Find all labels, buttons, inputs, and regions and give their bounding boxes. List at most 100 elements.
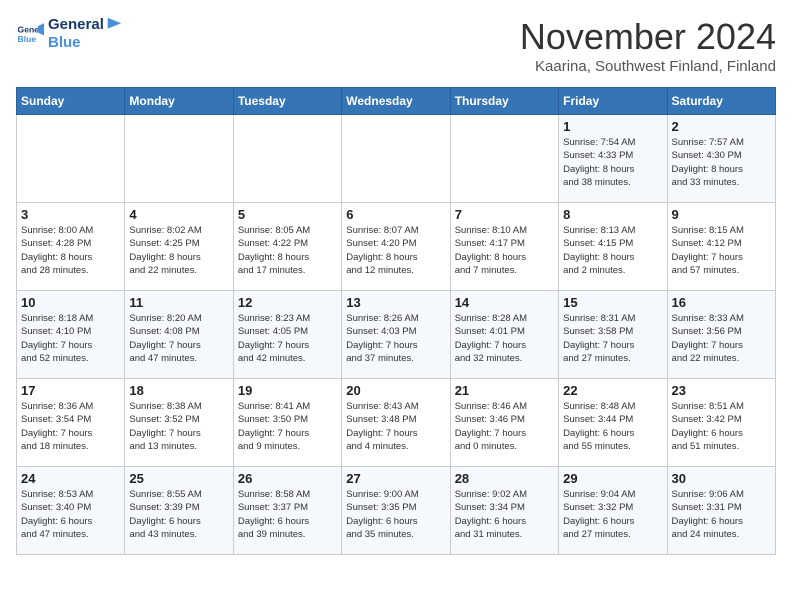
weekday-header: Monday xyxy=(125,88,233,115)
calendar-cell: 30 Sunrise: 9:06 AM Sunset: 3:31 PM Dayli… xyxy=(667,467,775,555)
day-number: 20 xyxy=(346,383,445,398)
title-block: November 2024 Kaarina, Southwest Finland… xyxy=(520,16,776,75)
day-number: 14 xyxy=(455,295,554,310)
day-number: 4 xyxy=(129,207,228,222)
calendar-cell: 5 Sunrise: 8:05 AM Sunset: 4:22 PM Daylig… xyxy=(233,203,341,291)
day-info: Sunrise: 8:28 AM Sunset: 4:01 PM Dayligh… xyxy=(455,312,554,365)
calendar-table: SundayMondayTuesdayWednesdayThursdayFrid… xyxy=(16,87,776,555)
day-info: Sunrise: 8:33 AM Sunset: 3:56 PM Dayligh… xyxy=(672,312,771,365)
calendar-cell: 13 Sunrise: 8:26 AM Sunset: 4:03 PM Dayli… xyxy=(342,291,450,379)
calendar-cell: 23 Sunrise: 8:51 AM Sunset: 3:42 PM Dayli… xyxy=(667,379,775,467)
day-number: 16 xyxy=(672,295,771,310)
calendar-week-row: 24 Sunrise: 8:53 AM Sunset: 3:40 PM Dayli… xyxy=(17,467,776,555)
calendar-cell xyxy=(17,115,125,203)
logo-icon: General Blue xyxy=(16,20,44,48)
calendar-cell: 22 Sunrise: 8:48 AM Sunset: 3:44 PM Dayli… xyxy=(559,379,667,467)
logo-flag-icon xyxy=(105,16,123,34)
calendar-cell xyxy=(233,115,341,203)
day-number: 18 xyxy=(129,383,228,398)
day-info: Sunrise: 8:26 AM Sunset: 4:03 PM Dayligh… xyxy=(346,312,445,365)
weekday-header: Thursday xyxy=(450,88,558,115)
day-info: Sunrise: 8:10 AM Sunset: 4:17 PM Dayligh… xyxy=(455,224,554,277)
day-number: 23 xyxy=(672,383,771,398)
day-info: Sunrise: 8:31 AM Sunset: 3:58 PM Dayligh… xyxy=(563,312,662,365)
calendar-cell: 19 Sunrise: 8:41 AM Sunset: 3:50 PM Dayli… xyxy=(233,379,341,467)
day-info: Sunrise: 8:05 AM Sunset: 4:22 PM Dayligh… xyxy=(238,224,337,277)
calendar-cell: 6 Sunrise: 8:07 AM Sunset: 4:20 PM Daylig… xyxy=(342,203,450,291)
calendar-cell xyxy=(450,115,558,203)
logo: General Blue General Blue xyxy=(16,16,123,51)
day-number: 12 xyxy=(238,295,337,310)
weekday-header: Wednesday xyxy=(342,88,450,115)
day-info: Sunrise: 8:55 AM Sunset: 3:39 PM Dayligh… xyxy=(129,488,228,541)
day-number: 7 xyxy=(455,207,554,222)
calendar-cell: 27 Sunrise: 9:00 AM Sunset: 3:35 PM Dayli… xyxy=(342,467,450,555)
day-number: 17 xyxy=(21,383,120,398)
day-number: 30 xyxy=(672,471,771,486)
day-number: 6 xyxy=(346,207,445,222)
calendar-cell: 15 Sunrise: 8:31 AM Sunset: 3:58 PM Dayli… xyxy=(559,291,667,379)
day-number: 29 xyxy=(563,471,662,486)
day-info: Sunrise: 9:06 AM Sunset: 3:31 PM Dayligh… xyxy=(672,488,771,541)
calendar-week-row: 1 Sunrise: 7:54 AM Sunset: 4:33 PM Daylig… xyxy=(17,115,776,203)
calendar-cell: 9 Sunrise: 8:15 AM Sunset: 4:12 PM Daylig… xyxy=(667,203,775,291)
day-number: 8 xyxy=(563,207,662,222)
day-info: Sunrise: 8:23 AM Sunset: 4:05 PM Dayligh… xyxy=(238,312,337,365)
day-info: Sunrise: 9:00 AM Sunset: 3:35 PM Dayligh… xyxy=(346,488,445,541)
day-info: Sunrise: 8:43 AM Sunset: 3:48 PM Dayligh… xyxy=(346,400,445,453)
day-number: 5 xyxy=(238,207,337,222)
day-info: Sunrise: 8:15 AM Sunset: 4:12 PM Dayligh… xyxy=(672,224,771,277)
calendar-cell: 11Sunrise: 8:20 AM Sunset: 4:08 PM Dayli… xyxy=(125,291,233,379)
calendar-week-row: 3Sunrise: 8:00 AM Sunset: 4:28 PM Daylig… xyxy=(17,203,776,291)
day-info: Sunrise: 8:41 AM Sunset: 3:50 PM Dayligh… xyxy=(238,400,337,453)
day-number: 22 xyxy=(563,383,662,398)
day-info: Sunrise: 8:36 AM Sunset: 3:54 PM Dayligh… xyxy=(21,400,120,453)
day-number: 9 xyxy=(672,207,771,222)
day-number: 15 xyxy=(563,295,662,310)
calendar-cell: 2Sunrise: 7:57 AM Sunset: 4:30 PM Daylig… xyxy=(667,115,775,203)
day-number: 26 xyxy=(238,471,337,486)
day-number: 27 xyxy=(346,471,445,486)
calendar-cell: 24 Sunrise: 8:53 AM Sunset: 3:40 PM Dayli… xyxy=(17,467,125,555)
calendar-cell: 18 Sunrise: 8:38 AM Sunset: 3:52 PM Dayli… xyxy=(125,379,233,467)
calendar-cell xyxy=(342,115,450,203)
calendar-cell: 4Sunrise: 8:02 AM Sunset: 4:25 PM Daylig… xyxy=(125,203,233,291)
day-info: Sunrise: 8:38 AM Sunset: 3:52 PM Dayligh… xyxy=(129,400,228,453)
day-info: Sunrise: 8:48 AM Sunset: 3:44 PM Dayligh… xyxy=(563,400,662,453)
calendar-cell xyxy=(125,115,233,203)
calendar-cell: 14 Sunrise: 8:28 AM Sunset: 4:01 PM Dayli… xyxy=(450,291,558,379)
day-info: Sunrise: 9:02 AM Sunset: 3:34 PM Dayligh… xyxy=(455,488,554,541)
weekday-header: Friday xyxy=(559,88,667,115)
page-header: General Blue General Blue November 2024 … xyxy=(16,16,776,75)
day-info: Sunrise: 8:53 AM Sunset: 3:40 PM Dayligh… xyxy=(21,488,120,541)
day-number: 2 xyxy=(672,119,771,134)
day-info: Sunrise: 9:04 AM Sunset: 3:32 PM Dayligh… xyxy=(563,488,662,541)
day-number: 19 xyxy=(238,383,337,398)
day-info: Sunrise: 7:54 AM Sunset: 4:33 PM Dayligh… xyxy=(563,136,662,189)
day-number: 10 xyxy=(21,295,120,310)
svg-text:Blue: Blue xyxy=(18,33,37,43)
day-number: 1 xyxy=(563,119,662,134)
day-info: Sunrise: 8:58 AM Sunset: 3:37 PM Dayligh… xyxy=(238,488,337,541)
weekday-header: Tuesday xyxy=(233,88,341,115)
day-number: 11 xyxy=(129,295,228,310)
day-number: 28 xyxy=(455,471,554,486)
day-number: 24 xyxy=(21,471,120,486)
day-number: 13 xyxy=(346,295,445,310)
day-number: 25 xyxy=(129,471,228,486)
calendar-week-row: 10 Sunrise: 8:18 AM Sunset: 4:10 PM Dayli… xyxy=(17,291,776,379)
logo-text: General Blue xyxy=(48,16,123,51)
calendar-cell: 16 Sunrise: 8:33 AM Sunset: 3:56 PM Dayli… xyxy=(667,291,775,379)
day-info: Sunrise: 8:13 AM Sunset: 4:15 PM Dayligh… xyxy=(563,224,662,277)
weekday-header: Sunday xyxy=(17,88,125,115)
weekday-header-row: SundayMondayTuesdayWednesdayThursdayFrid… xyxy=(17,88,776,115)
calendar-week-row: 17 Sunrise: 8:36 AM Sunset: 3:54 PM Dayli… xyxy=(17,379,776,467)
day-info: Sunrise: 8:07 AM Sunset: 4:20 PM Dayligh… xyxy=(346,224,445,277)
day-number: 3 xyxy=(21,207,120,222)
calendar-cell: 8 Sunrise: 8:13 AM Sunset: 4:15 PM Daylig… xyxy=(559,203,667,291)
day-info: Sunrise: 8:51 AM Sunset: 3:42 PM Dayligh… xyxy=(672,400,771,453)
day-info: Sunrise: 8:18 AM Sunset: 4:10 PM Dayligh… xyxy=(21,312,120,365)
calendar-cell: 3Sunrise: 8:00 AM Sunset: 4:28 PM Daylig… xyxy=(17,203,125,291)
calendar-cell: 29 Sunrise: 9:04 AM Sunset: 3:32 PM Dayli… xyxy=(559,467,667,555)
calendar-cell: 28 Sunrise: 9:02 AM Sunset: 3:34 PM Dayli… xyxy=(450,467,558,555)
